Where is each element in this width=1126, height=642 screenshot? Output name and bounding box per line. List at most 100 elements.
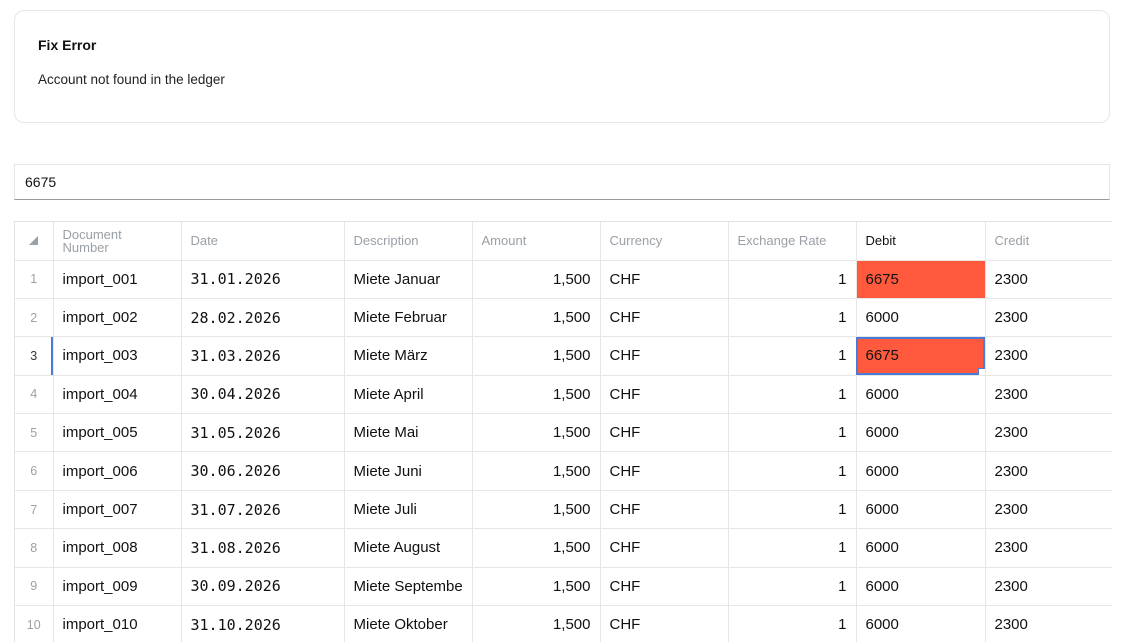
cell-debit[interactable]: 6000 — [856, 605, 986, 642]
cell-amount[interactable]: 1,500 — [472, 567, 601, 607]
cell-currency[interactable]: CHF — [600, 260, 729, 299]
cell-document-number[interactable]: import_002 — [53, 298, 182, 338]
cell-exchange-rate[interactable]: 1 — [728, 298, 857, 338]
cell-credit[interactable]: 2300 — [985, 260, 1112, 299]
cell-amount[interactable]: 1,500 — [472, 298, 601, 338]
cell-exchange-rate[interactable]: 1 — [728, 260, 857, 299]
column-header-description[interactable]: Description — [344, 222, 473, 261]
row-number[interactable]: 4 — [15, 375, 54, 415]
cell-document-number[interactable]: import_008 — [53, 528, 182, 568]
row-number[interactable]: 3 — [15, 336, 54, 376]
column-header-amount[interactable]: Amount — [472, 222, 601, 261]
table-row[interactable]: 4 import_004 30.04.2026 Miete April 1,500 CHF… — [15, 375, 1112, 415]
cell-amount[interactable]: 1,500 — [472, 336, 601, 376]
table-row[interactable]: 5 import_005 31.05.2026 Miete Mai 1,500 CHF 1 6… — [15, 413, 1112, 453]
cell-debit[interactable]: 6000 — [856, 567, 986, 607]
cell-document-number[interactable]: import_001 — [53, 260, 182, 299]
cell-description[interactable]: Miete Oktober — [344, 605, 473, 642]
row-number[interactable]: 2 — [15, 298, 54, 338]
cell-amount[interactable]: 1,500 — [472, 260, 601, 299]
cell-credit[interactable]: 2300 — [985, 451, 1112, 491]
cell-debit[interactable]: 6000 — [856, 375, 986, 415]
cell-currency[interactable]: CHF — [600, 528, 729, 568]
cell-debit[interactable]: 6000 — [856, 490, 986, 530]
column-header-date[interactable]: Date — [181, 222, 345, 261]
cell-amount[interactable]: 1,500 — [472, 490, 601, 530]
table-row[interactable]: 9 import_009 30.09.2026 Miete Septembe 1,500… — [15, 567, 1112, 607]
cell-exchange-rate[interactable]: 1 — [728, 451, 857, 491]
cell-description[interactable]: Miete Juli — [344, 490, 473, 530]
row-number[interactable]: 10 — [15, 605, 54, 642]
cell-description[interactable]: Miete August — [344, 528, 473, 568]
cell-document-number[interactable]: import_009 — [53, 567, 182, 607]
cell-credit[interactable]: 2300 — [985, 413, 1112, 453]
cell-exchange-rate[interactable]: 1 — [728, 413, 857, 453]
cell-debit[interactable]: 6675 — [856, 336, 986, 376]
cell-amount[interactable]: 1,500 — [472, 375, 601, 415]
cell-description[interactable]: Miete Februar — [344, 298, 473, 338]
cell-date[interactable]: 31.03.2026 — [181, 336, 345, 376]
column-header-currency[interactable]: Currency — [600, 222, 729, 261]
cell-date[interactable]: 30.04.2026 — [181, 375, 345, 415]
select-all-corner[interactable] — [15, 222, 54, 261]
cell-credit[interactable]: 2300 — [985, 298, 1112, 338]
row-number[interactable]: 5 — [15, 413, 54, 453]
table-row[interactable]: 7 import_007 31.07.2026 Miete Juli 1,500 CHF 1… — [15, 490, 1112, 530]
cell-amount[interactable]: 1,500 — [472, 451, 601, 491]
cell-debit[interactable]: 6000 — [856, 413, 986, 453]
row-number[interactable]: 7 — [15, 490, 54, 530]
cell-amount[interactable]: 1,500 — [472, 605, 601, 642]
cell-value-input[interactable] — [15, 165, 1109, 199]
table-row[interactable]: 2 import_002 28.02.2026 Miete Februar 1,500 C… — [15, 298, 1112, 338]
cell-currency[interactable]: CHF — [600, 375, 729, 415]
cell-document-number[interactable]: import_004 — [53, 375, 182, 415]
cell-description[interactable]: Miete März — [344, 336, 473, 376]
cell-amount[interactable]: 1,500 — [472, 413, 601, 453]
cell-currency[interactable]: CHF — [600, 298, 729, 338]
cell-description[interactable]: Miete April — [344, 375, 473, 415]
column-header-document-number[interactable]: Document Number — [53, 222, 182, 261]
column-header-debit[interactable]: Debit — [856, 222, 986, 261]
column-header-credit[interactable]: Credit — [985, 222, 1112, 261]
cell-credit[interactable]: 2300 — [985, 528, 1112, 568]
cell-exchange-rate[interactable]: 1 — [728, 490, 857, 530]
cell-credit[interactable]: 2300 — [985, 490, 1112, 530]
cell-document-number[interactable]: import_010 — [53, 605, 182, 642]
cell-credit[interactable]: 2300 — [985, 605, 1112, 642]
cell-description[interactable]: Miete Septembe — [344, 567, 473, 607]
cell-description[interactable]: Miete Juni — [344, 451, 473, 491]
cell-exchange-rate[interactable]: 1 — [728, 375, 857, 415]
cell-description[interactable]: Miete Mai — [344, 413, 473, 453]
table-row[interactable]: 6 import_006 30.06.2026 Miete Juni 1,500 CHF 1… — [15, 451, 1112, 491]
cell-document-number[interactable]: import_005 — [53, 413, 182, 453]
cell-currency[interactable]: CHF — [600, 567, 729, 607]
cell-debit[interactable]: 6000 — [856, 528, 986, 568]
cell-date[interactable]: 31.05.2026 — [181, 413, 345, 453]
cell-debit[interactable]: 6675 — [856, 260, 986, 299]
cell-exchange-rate[interactable]: 1 — [728, 567, 857, 607]
column-header-exchange-rate[interactable]: Exchange Rate — [728, 222, 857, 261]
cell-exchange-rate[interactable]: 1 — [728, 336, 857, 376]
cell-date[interactable]: 31.07.2026 — [181, 490, 345, 530]
cell-date[interactable]: 31.01.2026 — [181, 260, 345, 299]
table-row[interactable]: 1 import_001 31.01.2026 Miete Januar 1,500 CH… — [15, 260, 1112, 299]
cell-currency[interactable]: CHF — [600, 451, 729, 491]
cell-credit[interactable]: 2300 — [985, 567, 1112, 607]
table-row[interactable]: 3 import_003 31.03.2026 Miete März 1,500 CHF 1… — [15, 336, 1112, 376]
cell-currency[interactable]: CHF — [600, 605, 729, 642]
cell-document-number[interactable]: import_006 — [53, 451, 182, 491]
table-row[interactable]: 8 import_008 31.08.2026 Miete August 1,500 CH… — [15, 528, 1112, 568]
row-number[interactable]: 8 — [15, 528, 54, 568]
cell-credit[interactable]: 2300 — [985, 375, 1112, 415]
cell-currency[interactable]: CHF — [600, 413, 729, 453]
row-number[interactable]: 6 — [15, 451, 54, 491]
table-row[interactable]: 10 import_010 31.10.2026 Miete Oktober 1,500… — [15, 605, 1112, 642]
cell-debit[interactable]: 6000 — [856, 451, 986, 491]
cell-currency[interactable]: CHF — [600, 336, 729, 376]
row-number[interactable]: 1 — [15, 260, 54, 299]
cell-currency[interactable]: CHF — [600, 490, 729, 530]
fill-handle[interactable] — [977, 367, 984, 375]
cell-description[interactable]: Miete Januar — [344, 260, 473, 299]
cell-date[interactable]: 30.09.2026 — [181, 567, 345, 607]
row-number[interactable]: 9 — [15, 567, 54, 607]
